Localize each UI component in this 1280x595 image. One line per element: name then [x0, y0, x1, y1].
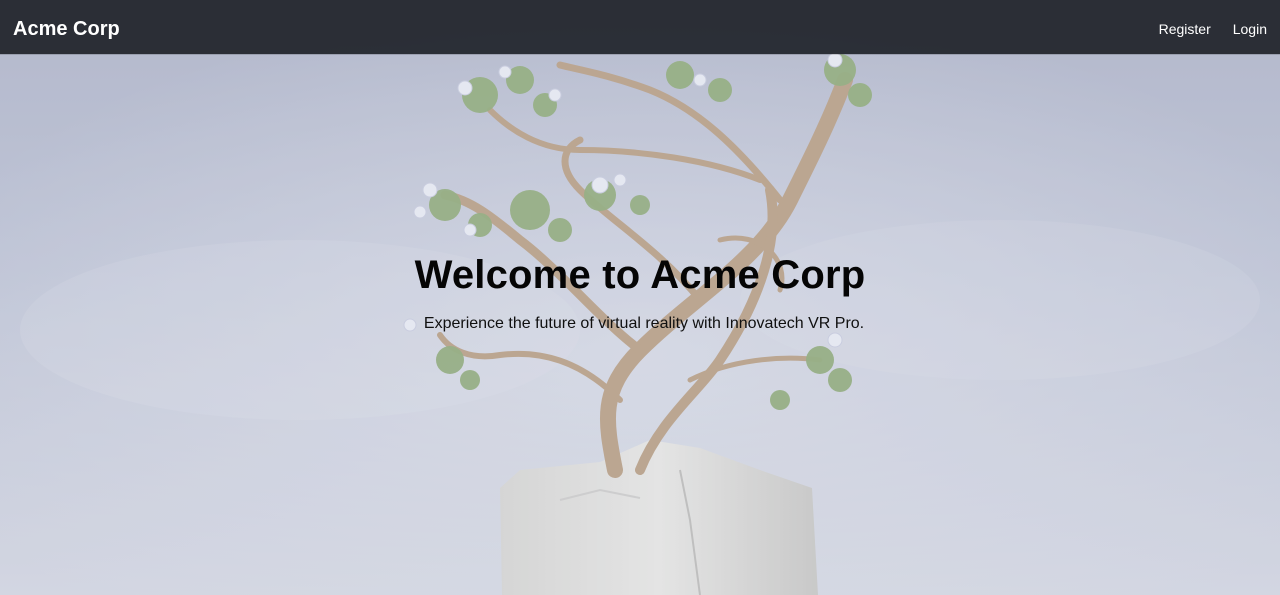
brand-logo-link[interactable]: Acme Corp [13, 16, 120, 42]
login-link[interactable]: Login [1226, 19, 1274, 39]
hero-title: Welcome to Acme Corp [414, 253, 866, 297]
register-link[interactable]: Register [1152, 19, 1218, 39]
hero-subtitle: Experience the future of virtual reality… [423, 315, 865, 332]
hero-section: Welcome to Acme Corp Experience the futu… [0, 250, 1280, 334]
nav-links: Register Login [1144, 19, 1274, 39]
top-navbar: Acme Corp Register Login [0, 0, 1280, 54]
